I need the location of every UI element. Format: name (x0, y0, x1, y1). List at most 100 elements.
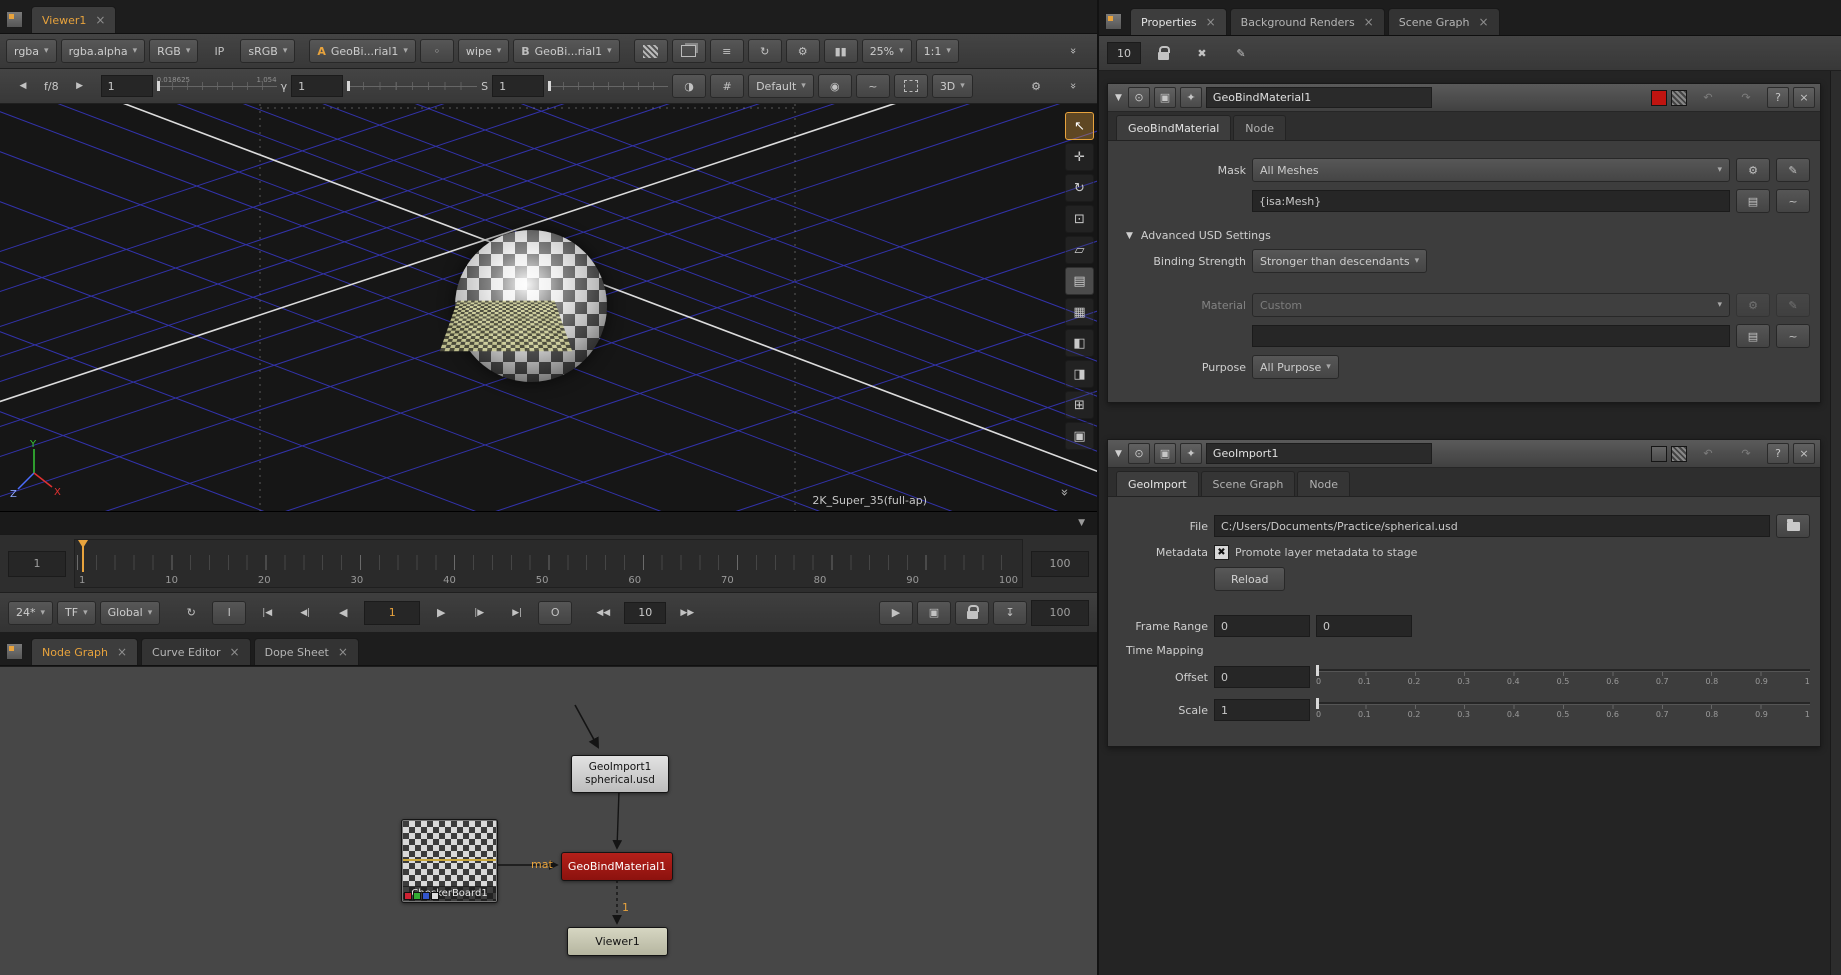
purpose-dropdown[interactable]: All Purpose▾ (1252, 355, 1339, 379)
redo-icon[interactable]: ↷ (1729, 442, 1763, 466)
material-dropdown[interactable]: Custom▾ (1252, 293, 1730, 317)
split-horizontal-icon[interactable]: ◧ (1065, 329, 1094, 357)
node-geoimport1[interactable]: GeoImport1 spherical.usd (571, 755, 669, 793)
properties-scrollbar[interactable] (1830, 71, 1841, 975)
fps-dropdown[interactable]: 24*▾ (8, 601, 53, 625)
frame-range-mode-dropdown[interactable]: Global▾ (100, 601, 161, 625)
occlusion-icon[interactable]: ◉ (818, 74, 852, 98)
clear-panels-icon[interactable]: ✖ (1185, 41, 1219, 65)
center-node-icon[interactable]: ⊙ (1128, 443, 1150, 464)
folder-icon[interactable] (1776, 514, 1810, 538)
tab-geobindmaterial[interactable]: GeoBindMaterial (1116, 115, 1231, 140)
tab-viewer1[interactable]: Viewer1 × (31, 6, 116, 33)
loop-mode-icon[interactable]: ↻ (174, 601, 208, 625)
timeline-ruler[interactable]: 1102030405060708090100 (74, 539, 1023, 588)
toolbar-overflow-icon[interactable]: » (1062, 34, 1086, 68)
stop-icon[interactable]: O (538, 601, 572, 625)
gear-icon[interactable]: ⚙ (1736, 293, 1770, 317)
play-backward-icon[interactable]: ◀ (326, 601, 360, 625)
tab-scene-graph[interactable]: Scene Graph × (1388, 8, 1500, 35)
range-end-field[interactable]: 100 (1031, 551, 1089, 577)
timeline-filter-dropdown[interactable]: TF▾ (57, 601, 96, 625)
file-page-icon[interactable]: ▤ (1736, 324, 1770, 348)
snapshot-icon[interactable]: ▣ (1065, 422, 1094, 450)
mask-expression-field[interactable]: {isa:Mesh} (1252, 190, 1730, 212)
alpha-layer-dropdown[interactable]: rgba.alpha▾ (61, 39, 146, 63)
help-icon[interactable]: ? (1767, 443, 1789, 464)
node-viewer1[interactable]: Viewer1 (567, 927, 668, 956)
fstop-label[interactable]: f/8 (44, 80, 59, 93)
curve-icon[interactable]: ~ (1776, 324, 1810, 348)
wipe-center-icon[interactable]: ◑ (672, 74, 706, 98)
rotate-tool-icon[interactable]: ↻ (1065, 174, 1094, 202)
layer-dropdown[interactable]: rgba▾ (6, 39, 57, 63)
next-increment-icon[interactable]: |▶ (462, 601, 496, 625)
curve-icon[interactable]: ~ (1776, 189, 1810, 213)
mask-dropdown[interactable]: All Meshes▾ (1252, 158, 1730, 182)
tab-node-graph[interactable]: Node Graph × (31, 638, 138, 665)
offset-field[interactable]: 0 (1214, 666, 1310, 688)
close-icon[interactable]: × (1206, 16, 1216, 28)
advanced-usd-settings-label[interactable]: Advanced USD Settings (1141, 229, 1271, 242)
gl-color-swatch[interactable] (1671, 90, 1687, 106)
tab-node[interactable]: Node (1297, 471, 1350, 496)
max-panels-field[interactable]: 10 (1107, 42, 1141, 64)
pane-menu-icon[interactable] (6, 643, 23, 660)
undo-icon[interactable]: ↶ (1691, 86, 1725, 110)
pause-icon[interactable]: ▮▮ (824, 39, 858, 63)
roi-icon[interactable] (894, 74, 928, 98)
input-process-toggle[interactable]: IP (202, 39, 236, 63)
bookmark-icon[interactable]: ✦ (1180, 443, 1202, 464)
pencil-icon[interactable]: ✎ (1776, 158, 1810, 182)
float-window-icon[interactable]: ▣ (1154, 87, 1176, 108)
b-input-dropdown[interactable]: BGeoBi...rial1▾ (513, 39, 619, 63)
swap-ab-icon[interactable]: ◦ (420, 39, 454, 63)
gl-color-swatch[interactable] (1671, 446, 1687, 462)
node-checkerboard1[interactable]: CheckerBoard1 (401, 819, 498, 903)
gear-icon[interactable]: ⚙ (1736, 158, 1770, 182)
close-icon[interactable]: × (95, 14, 105, 26)
tab-curve-editor[interactable]: Curve Editor × (141, 638, 251, 665)
proxy-ratio-dropdown[interactable]: 1:1▾ (916, 39, 959, 63)
close-panel-icon[interactable]: × (1793, 87, 1815, 108)
viewport-overflow-icon[interactable]: » (1057, 489, 1072, 495)
scale-tool-icon[interactable]: ⊡ (1065, 205, 1094, 233)
node-geobindmaterial1[interactable]: GeoBindMaterial1 (561, 852, 673, 881)
pencil-icon[interactable]: ✎ (1776, 293, 1810, 317)
frame-range-start-field[interactable]: 0 (1214, 615, 1310, 637)
close-icon[interactable]: × (1364, 16, 1374, 28)
refresh-icon[interactable]: ↻ (748, 39, 782, 63)
pane-menu-icon[interactable] (6, 11, 23, 28)
split-vertical-icon[interactable]: ◨ (1065, 360, 1094, 388)
back-by-increment-icon[interactable]: ◀◀ (586, 601, 620, 625)
playback-end-field[interactable]: 100 (1031, 600, 1089, 626)
saturation-slider[interactable] (548, 76, 668, 96)
file-path-field[interactable]: C:/Users/Documents/Practice/spherical.us… (1214, 515, 1770, 537)
a-input-dropdown[interactable]: AGeoBi...rial1▾ (309, 39, 416, 63)
help-icon[interactable]: ? (1767, 87, 1789, 108)
channels-dropdown[interactable]: RGB▾ (149, 39, 198, 63)
binding-strength-dropdown[interactable]: Stronger than descendants▾ (1252, 249, 1427, 273)
downres-icon[interactable]: ↧ (993, 601, 1027, 625)
tab-background-renders[interactable]: Background Renders × (1230, 8, 1385, 35)
update-icon[interactable]: ⚙ (786, 39, 820, 63)
playhead[interactable] (82, 541, 84, 572)
tab-scene-graph[interactable]: Scene Graph (1201, 471, 1296, 496)
tab-properties[interactable]: Properties × (1130, 8, 1227, 35)
promote-metadata-checkbox[interactable]: ✖ (1214, 545, 1229, 560)
layout-grid-icon[interactable]: ▦ (1065, 298, 1094, 326)
saturation-field[interactable]: 1 (492, 75, 544, 97)
play-forward-icon[interactable]: ▶ (424, 601, 458, 625)
gamma-slider[interactable] (347, 76, 477, 96)
viewer-process-dropdown[interactable]: Default▾ (748, 74, 814, 98)
frame-range-end-field[interactable]: 0 (1316, 615, 1412, 637)
gamma-field[interactable]: 1 (291, 75, 343, 97)
fstop-next-icon[interactable]: ▶ (63, 74, 97, 98)
collapse-icon[interactable]: ▼ (1113, 449, 1124, 459)
advanced-collapse-icon[interactable]: ▼ (1124, 231, 1135, 241)
view-mode-dropdown[interactable]: 3D▾ (932, 74, 973, 98)
checkerboard-ground-card[interactable] (440, 301, 572, 352)
translate-tool-icon[interactable]: ✛ (1065, 143, 1094, 171)
scale-slider-handle[interactable] (1316, 698, 1319, 709)
node-color-swatch[interactable] (1651, 90, 1667, 106)
